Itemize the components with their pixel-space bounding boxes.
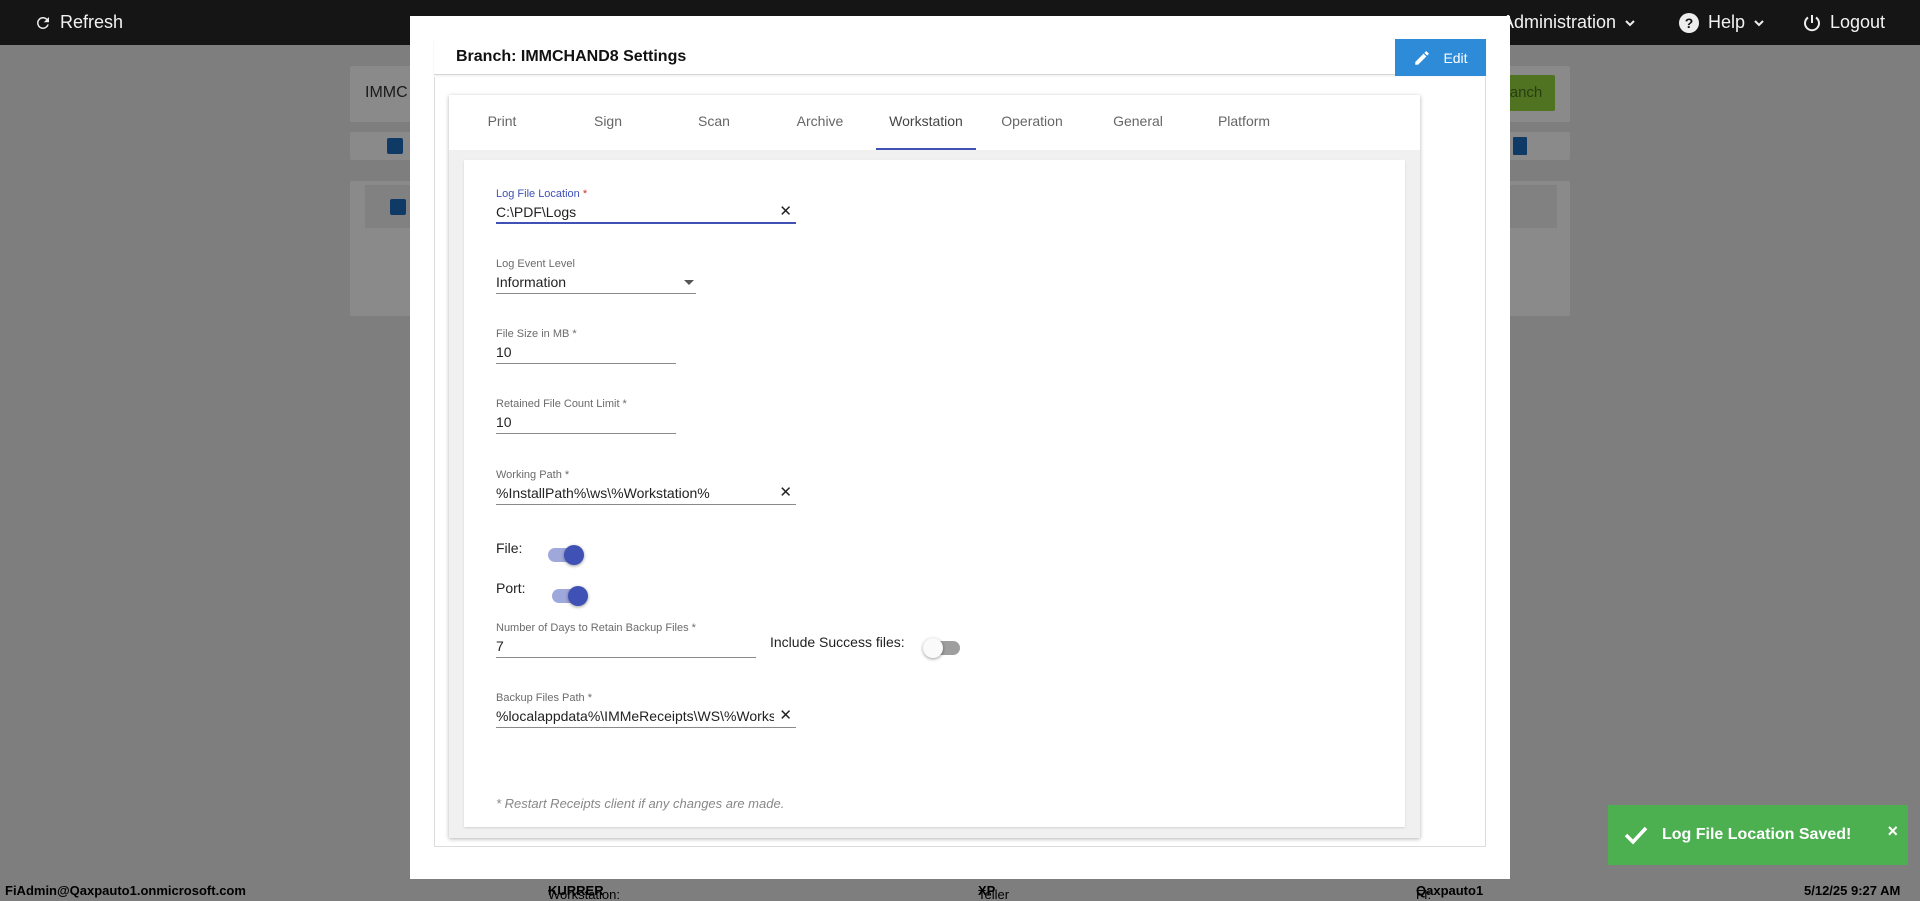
clear-icon[interactable]: ✕: [777, 707, 792, 725]
working-path-label: Working Path *: [496, 469, 570, 481]
file-size-input[interactable]: 10: [496, 342, 676, 364]
tab-scan[interactable]: Scan: [664, 95, 764, 150]
retain-days-label: Number of Days to Retain Backup Files *: [496, 622, 696, 634]
background-select-all-checkbox: [387, 138, 403, 154]
working-path-input[interactable]: %InstallPath%\ws\%Workstation% ✕: [496, 483, 796, 505]
working-path-value: %InstallPath%\ws\%Workstation%: [496, 485, 710, 501]
checkmark-icon: [1624, 826, 1648, 845]
file-size-value: 10: [496, 344, 512, 360]
toggle-knob: [923, 638, 943, 658]
tab-operation[interactable]: Operation: [982, 95, 1082, 150]
file-toggle-label: File:: [496, 540, 523, 556]
log-file-location-input[interactable]: C:\PDF\Logs ✕: [496, 202, 796, 224]
footer-fi-label: FI:: [1416, 887, 1432, 901]
retained-file-count-label: Retained File Count Limit *: [496, 398, 627, 410]
success-toast: Log File Location Saved! ×: [1608, 805, 1908, 865]
help-menu[interactable]: ? Help: [1678, 0, 1765, 45]
file-size-label: File Size in MB *: [496, 328, 577, 340]
log-file-location-value: C:\PDF\Logs: [496, 204, 577, 220]
footer-platform: Teller Platform: XP: [978, 883, 1009, 901]
tab-platform[interactable]: Platform: [1194, 95, 1294, 150]
help-icon: ?: [1679, 12, 1699, 33]
tab-workstation[interactable]: Workstation: [876, 95, 976, 150]
backup-path-label: Backup Files Path *: [496, 692, 592, 704]
power-icon: [1804, 14, 1820, 31]
settings-panel: Print Sign Scan Archive Workstation Oper…: [449, 95, 1420, 838]
include-success-toggle[interactable]: [923, 638, 960, 658]
log-file-location-label-text: Log File Location: [496, 188, 580, 200]
log-file-location-label: Log File Location *: [496, 188, 587, 200]
footer-fi: FI: Qaxpauto1: [1416, 883, 1483, 901]
file-toggle[interactable]: [548, 545, 584, 565]
chevron-down-icon: [1754, 19, 1764, 26]
refresh-icon: [36, 16, 49, 29]
svg-text:?: ?: [1685, 15, 1694, 31]
refresh-label: Refresh: [60, 12, 124, 32]
background-delete-icon: [1513, 137, 1527, 155]
tab-print[interactable]: Print: [452, 95, 552, 150]
edit-button[interactable]: Edit: [1395, 39, 1486, 76]
dropdown-arrow-icon: [684, 280, 694, 285]
backup-path-value: %localappdata%\IMMeReceipts\WS\%Workstat…: [496, 708, 774, 724]
restart-note: * Restart Receipts client if any changes…: [496, 796, 785, 811]
edit-label: Edit: [1443, 49, 1468, 66]
footer-datetime: 5/12/25 9:27 AM: [1804, 883, 1901, 898]
toast-message: Log File Location Saved!: [1662, 826, 1852, 843]
footer-user: FiAdmin@Qaxpauto1.onmicrosoft.com: [5, 883, 246, 898]
background-row-checkbox: [390, 199, 406, 215]
close-icon[interactable]: ×: [1887, 821, 1898, 842]
retained-file-count-value: 10: [496, 414, 512, 430]
refresh-button[interactable]: Refresh: [34, 0, 123, 45]
background-branch-input: IMMC: [365, 84, 408, 101]
log-event-level-select[interactable]: Information: [496, 272, 696, 294]
required-marker: *: [582, 188, 588, 200]
footer-platform-label: Teller Platform:: [978, 887, 1010, 901]
log-event-level-label: Log Event Level: [496, 258, 575, 270]
retain-days-input[interactable]: 7: [496, 636, 756, 658]
clear-icon[interactable]: ✕: [779, 484, 792, 502]
retain-days-value: 7: [496, 638, 504, 654]
dialog-header: Branch: IMMCHAND8 Settings Edit: [434, 39, 1486, 76]
log-event-level-value: Information: [496, 274, 567, 290]
help-label: Help: [1708, 12, 1746, 32]
dialog-title: Branch: IMMCHAND8 Settings: [456, 48, 687, 65]
workstation-settings-form: Log File Location * C:\PDF\Logs ✕ Log Ev…: [464, 160, 1405, 827]
toggle-knob: [568, 586, 588, 606]
status-footer: FiAdmin@Qaxpauto1.onmicrosoft.com Workst…: [0, 879, 1920, 901]
tab-archive[interactable]: Archive: [770, 95, 870, 150]
footer-workstation: Workstation: KURRER: [548, 883, 620, 901]
tab-general[interactable]: General: [1088, 95, 1188, 150]
administration-label: Administration: [1502, 12, 1617, 32]
port-toggle[interactable]: [552, 586, 588, 606]
logout-button[interactable]: Logout: [1802, 0, 1885, 45]
toggle-knob: [564, 545, 584, 565]
settings-tabs: Print Sign Scan Archive Workstation Oper…: [449, 95, 1420, 150]
pencil-icon: [1415, 50, 1430, 65]
backup-path-input[interactable]: %localappdata%\IMMeReceipts\WS\%Workstat…: [496, 706, 796, 728]
include-success-label: Include Success files:: [770, 634, 905, 650]
logout-label: Logout: [1830, 12, 1886, 32]
footer-workstation-label: Workstation:: [548, 887, 621, 901]
retained-file-count-input[interactable]: 10: [496, 412, 676, 434]
port-toggle-label: Port:: [496, 580, 526, 596]
clear-icon[interactable]: ✕: [779, 203, 792, 221]
chevron-down-icon: [1625, 19, 1635, 26]
tab-sign[interactable]: Sign: [558, 95, 658, 150]
